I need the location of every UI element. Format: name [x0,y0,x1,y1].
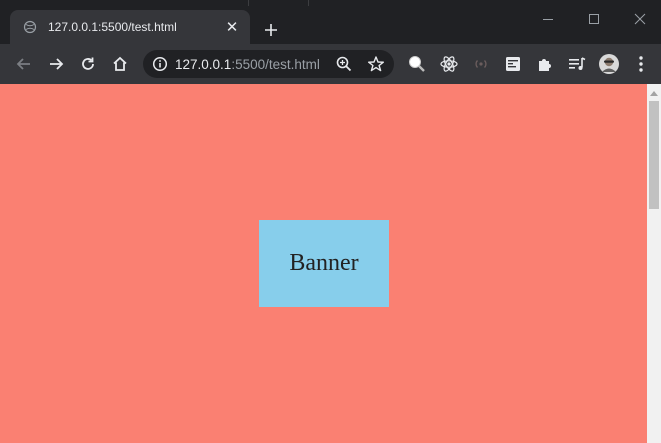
tab-title: 127.0.0.1:5500/test.html [48,20,177,34]
reload-icon [82,57,94,70]
new-tab-button[interactable] [260,19,282,41]
reader-mode-icon[interactable] [501,52,525,76]
arrow-left-icon [16,58,30,70]
tab-divider [248,0,249,6]
profile-avatar[interactable] [597,52,621,76]
url-path: :5500/test.html [231,56,320,72]
page-viewport: Banner [0,84,647,443]
globe-icon [22,19,38,35]
minimize-icon [543,19,553,20]
media-queue-icon[interactable] [565,52,589,76]
home-button[interactable] [108,52,132,76]
active-tab[interactable]: 127.0.0.1:5500/test.html ✕ [10,10,250,44]
url-host: 127.0.0.1 [175,56,232,72]
plus-icon [265,24,277,36]
url-text[interactable]: 127.0.0.1:5500/test.html [175,57,320,72]
banner: Banner [259,220,389,307]
tab-divider [308,0,309,6]
background-window-strip [310,0,550,4]
window-close-button[interactable] [617,6,661,32]
back-button[interactable] [12,52,36,76]
close-icon [634,13,646,25]
arrow-right-icon [50,58,64,70]
maximize-button[interactable] [571,6,617,32]
scrollbar-thumb[interactable] [649,101,659,209]
zoom-icon[interactable] [335,55,353,73]
close-tab-icon[interactable]: ✕ [222,17,242,37]
minimize-button[interactable] [525,6,571,32]
banner-text: Banner [289,250,359,276]
broadcast-icon[interactable] [469,52,493,76]
scroll-up-arrow-icon[interactable] [647,84,661,101]
reload-button[interactable] [76,52,100,76]
more-menu-icon[interactable] [629,52,653,76]
title-bar: 127.0.0.1:5500/test.html ✕ [0,0,661,44]
site-info-icon[interactable] [151,55,169,73]
browser-toolbar: 127.0.0.1:5500/test.html [0,44,661,84]
vertical-scrollbar[interactable] [647,84,661,443]
bookmark-star-icon[interactable] [367,55,385,73]
search-extension-icon[interactable] [405,52,429,76]
forward-button[interactable] [44,52,68,76]
extensions-puzzle-icon[interactable] [533,52,557,76]
react-devtools-icon[interactable] [437,52,461,76]
address-bar[interactable]: 127.0.0.1:5500/test.html [143,50,394,78]
maximize-icon [589,14,599,24]
home-icon [113,56,127,71]
